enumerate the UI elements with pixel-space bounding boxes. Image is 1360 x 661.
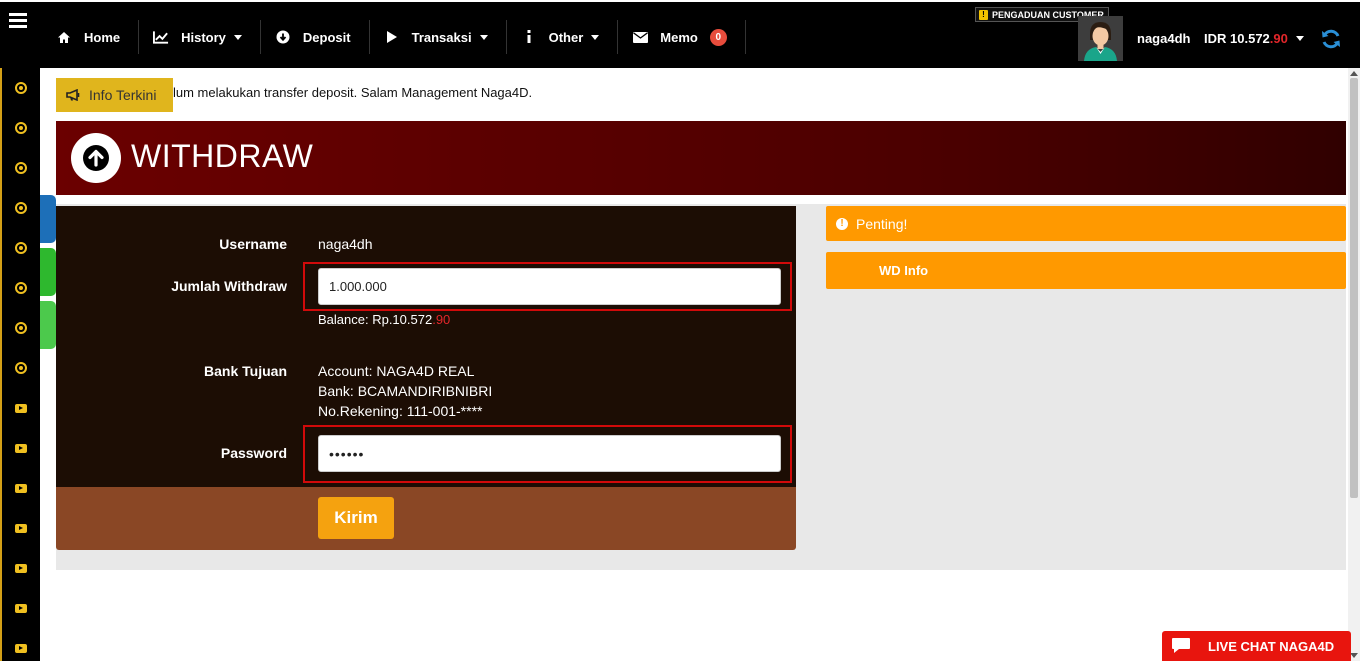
page-scrollbar[interactable] — [1348, 68, 1360, 661]
news-ticker-text: lum melakukan transfer deposit. Salam Ma… — [173, 85, 533, 100]
scroll-up-icon[interactable] — [1350, 71, 1358, 76]
wd-info-panel[interactable]: WD Info — [826, 252, 1346, 289]
nav-transaksi-label: Transaksi — [411, 29, 472, 45]
balance-info-main: Balance: Rp.10.572 — [318, 312, 433, 327]
chevron-down-icon — [479, 34, 488, 40]
sidebar-video-icon[interactable] — [15, 444, 27, 453]
chevron-down-icon — [233, 34, 242, 40]
sidebar-target-icon[interactable] — [15, 242, 27, 254]
sidebar-target-icon[interactable] — [15, 122, 27, 134]
page-title: WITHDRAW — [131, 138, 314, 174]
sidebar-target-icon[interactable] — [15, 82, 27, 94]
sidebar-video-icon[interactable] — [15, 604, 27, 613]
bank-label: Bank Tujuan — [204, 363, 287, 379]
hamburger-menu-icon[interactable] — [9, 13, 27, 29]
nav-history-label: History — [181, 29, 226, 45]
account-line: Account: NAGA4D REAL — [318, 363, 475, 379]
sidebar-video-icon[interactable] — [15, 484, 27, 493]
play-icon — [384, 29, 400, 45]
rekening-line: No.Rekening: 111-001-**** — [318, 403, 483, 419]
submit-button[interactable]: Kirim — [318, 497, 394, 539]
nav-other-label: Other — [548, 29, 584, 45]
arrow-down-circle-icon — [275, 29, 291, 45]
nav-transaksi[interactable]: Transaksi — [370, 20, 507, 54]
warning-icon: ! — [979, 9, 988, 20]
user-menu-chevron-icon[interactable] — [1296, 36, 1304, 41]
refresh-icon[interactable] — [1320, 28, 1342, 50]
live-chat-button[interactable]: LIVE CHAT NAGA4D — [1162, 631, 1351, 661]
chart-line-icon — [153, 29, 169, 45]
balance-info-decimal: .90 — [432, 312, 451, 327]
penting-label: Penting! — [856, 215, 908, 232]
sidebar-video-icon[interactable] — [15, 564, 27, 573]
nav-home-label: Home — [84, 29, 121, 45]
avatar[interactable] — [1078, 16, 1123, 61]
amount-label: Jumlah Withdraw — [171, 278, 287, 294]
balance-info: Balance: Rp.10.572.90 — [318, 312, 450, 327]
password-label: Password — [220, 445, 287, 461]
top-navbar: Home History Deposit Transaksi Other Mem… — [0, 0, 1360, 68]
sidebar-target-icon[interactable] — [15, 202, 27, 214]
info-terkini-button[interactable]: Info Terkini — [56, 78, 173, 112]
megaphone-icon — [66, 89, 81, 101]
info-terkini-label: Info Terkini — [89, 87, 157, 103]
form-footer — [56, 487, 796, 550]
amount-input[interactable]: 1.000.000 — [318, 268, 781, 305]
social-tab-line[interactable] — [40, 248, 56, 296]
sidebar-video-icon[interactable] — [15, 404, 27, 413]
balance-decimal: .90 — [1269, 31, 1288, 46]
scroll-thumb[interactable] — [1350, 78, 1358, 498]
sidebar-video-icon[interactable] — [15, 524, 27, 533]
left-sidebar — [0, 68, 40, 661]
balance-main: 10.572 — [1230, 31, 1270, 46]
nav-memo-label: Memo — [660, 29, 698, 45]
bank-line: Bank: BCAMANDIRIBNIBRI — [318, 383, 493, 399]
penting-panel[interactable]: ! Penting! — [826, 206, 1346, 241]
arrow-up-circle-icon — [71, 133, 121, 183]
sidebar-target-icon[interactable] — [15, 162, 27, 174]
nav-memo[interactable]: Memo 0 — [618, 20, 746, 54]
sidebar-target-icon[interactable] — [15, 322, 27, 334]
header-balance: IDR 10.572.90 — [1204, 31, 1288, 46]
scroll-down-icon[interactable] — [1350, 653, 1358, 658]
social-tab-facebook[interactable] — [40, 195, 56, 243]
header-username: naga4dh — [1137, 31, 1191, 46]
withdraw-header: WITHDRAW — [56, 121, 1346, 195]
info-icon — [521, 29, 537, 45]
chat-bubble-icon — [1171, 637, 1193, 655]
username-value: naga4dh — [318, 236, 373, 252]
social-tab-whatsapp[interactable] — [40, 301, 56, 349]
sidebar-video-icon[interactable] — [15, 644, 27, 653]
nav-history[interactable]: History — [139, 20, 261, 54]
sidebar-target-icon[interactable] — [15, 362, 27, 374]
nav-other[interactable]: Other — [507, 20, 619, 54]
nav-deposit[interactable]: Deposit — [261, 20, 370, 54]
username-label: Username — [219, 236, 287, 252]
main-nav: Home History Deposit Transaksi Other Mem… — [42, 20, 746, 54]
home-icon — [56, 29, 72, 45]
nav-home[interactable]: Home — [42, 20, 140, 54]
sidebar-target-icon[interactable] — [15, 282, 27, 294]
currency-label: IDR — [1204, 31, 1227, 46]
chevron-down-icon — [591, 34, 600, 40]
wd-info-label: WD Info — [879, 263, 929, 278]
envelope-icon — [632, 29, 648, 45]
password-input[interactable]: •••••• — [318, 435, 781, 472]
exclamation-icon: ! — [836, 217, 848, 230]
live-chat-label: LIVE CHAT NAGA4D — [1208, 638, 1335, 654]
nav-deposit-label: Deposit — [302, 29, 351, 45]
memo-count-badge: 0 — [709, 28, 727, 46]
